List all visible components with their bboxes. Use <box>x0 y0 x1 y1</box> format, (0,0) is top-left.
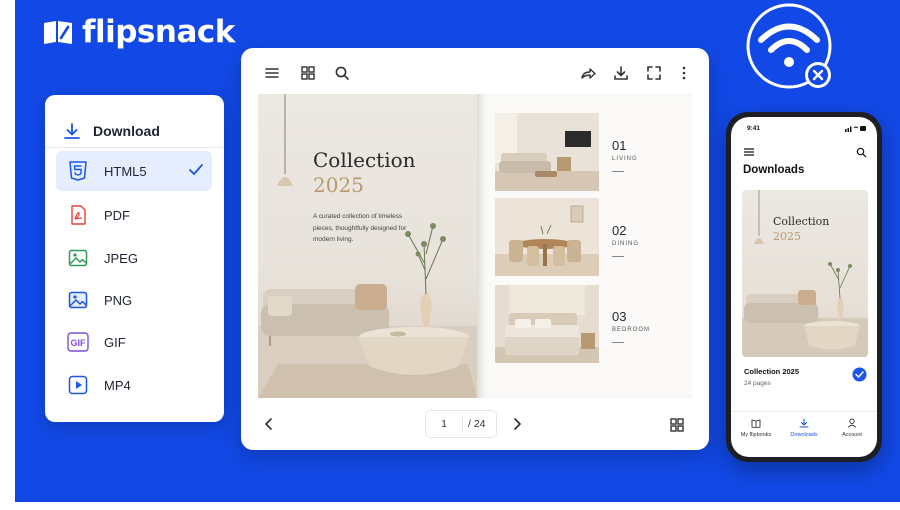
image-icon <box>67 247 89 269</box>
nav-label: Downloads <box>790 432 818 438</box>
gif-icon: GIF <box>67 331 89 353</box>
html5-icon <box>67 160 89 182</box>
user-icon <box>847 418 857 428</box>
next-page-icon[interactable] <box>509 416 525 432</box>
format-option-mp4[interactable]: MP4 <box>56 365 212 405</box>
format-option-gif[interactable]: GIF GIF <box>56 322 212 362</box>
nav-label: Account <box>842 432 862 438</box>
divider <box>612 171 624 172</box>
page-indicator[interactable]: 1 / 24 <box>425 410 497 438</box>
current-page-input[interactable]: 1 <box>426 418 462 430</box>
phone-mockup: 9:41 Downloads Collection 2025 Collectio… <box>726 112 882 462</box>
format-label: PNG <box>104 292 133 308</box>
status-time: 9:41 <box>747 125 761 132</box>
room-number: 03 <box>612 309 627 324</box>
flipbook-reader: Collection 2025 A curated collection of … <box>241 48 709 450</box>
logo-mark-icon <box>44 21 72 44</box>
room-photo-bedroom <box>495 285 599 363</box>
download-panel-title: Download <box>93 123 160 139</box>
phone-bottom-nav: My flipbooks Downloads Account <box>731 411 877 457</box>
format-label: PDF <box>104 207 130 223</box>
downloaded-book-cover[interactable]: Collection 2025 <box>742 190 868 357</box>
divider <box>612 342 624 343</box>
room-label: BEDROOM <box>612 327 651 333</box>
book-left-page: Collection 2025 A curated collection of … <box>258 94 477 398</box>
phone-screen: 9:41 Downloads Collection 2025 Collectio… <box>731 117 877 457</box>
offline-wifi-icon <box>746 3 832 89</box>
phone-book-title: Collection <box>773 215 830 228</box>
book-icon <box>751 419 761 428</box>
pdf-icon <box>67 204 89 226</box>
menu-icon[interactable] <box>263 64 281 82</box>
book-right-page: 01 LIVING 02 DINING 03 BEDROOM <box>477 94 692 398</box>
downloaded-check-icon <box>852 367 867 382</box>
fullscreen-icon[interactable] <box>645 64 663 82</box>
book-title: Collection <box>313 148 416 172</box>
total-pages: / 24 <box>468 418 486 430</box>
book-year: 2025 <box>313 173 364 197</box>
format-label: HTML5 <box>104 163 147 179</box>
format-option-png[interactable]: PNG <box>56 280 212 320</box>
download-panel: Download HTML5 PDF JPEG PNG GIF GIF MP4 <box>45 95 224 422</box>
book-description: A curated collection of timeless pieces,… <box>313 213 407 244</box>
download-icon[interactable] <box>612 64 630 82</box>
download-panel-header: Download <box>45 95 224 147</box>
grid-icon[interactable] <box>299 64 317 82</box>
menu-icon[interactable] <box>743 147 755 157</box>
room-photo-dining <box>495 198 599 276</box>
room-number: 02 <box>612 223 627 238</box>
phone-page-title: Downloads <box>743 164 805 176</box>
svg-text:GIF: GIF <box>71 338 87 348</box>
book-spread[interactable]: Collection 2025 A curated collection of … <box>258 94 692 398</box>
download-icon <box>799 418 809 428</box>
more-icon[interactable] <box>675 64 693 82</box>
format-option-html5[interactable]: HTML5 <box>56 151 212 191</box>
downloaded-item-pages: 24 pages <box>744 380 771 387</box>
phone-book-year: 2025 <box>773 230 801 243</box>
thumbnails-icon[interactable] <box>668 416 686 434</box>
format-label: GIF <box>104 334 126 350</box>
room-label: LIVING <box>612 156 638 162</box>
search-icon[interactable] <box>333 64 351 82</box>
download-icon <box>64 123 80 139</box>
search-icon[interactable] <box>856 147 867 158</box>
room-label: DINING <box>612 241 639 247</box>
image-icon <box>67 289 89 311</box>
nav-downloads[interactable]: Downloads <box>779 418 829 438</box>
downloaded-item-name: Collection 2025 <box>744 367 800 376</box>
divider <box>612 256 624 257</box>
check-icon <box>189 164 203 175</box>
nav-account[interactable]: Account <box>827 418 877 438</box>
format-label: JPEG <box>104 250 138 266</box>
format-option-jpeg[interactable]: JPEG <box>56 238 212 278</box>
room-number: 01 <box>612 138 627 153</box>
flipsnack-logo[interactable]: flipsnack <box>42 14 235 50</box>
divider <box>45 147 224 148</box>
status-icons <box>845 126 866 132</box>
brand-name: flipsnack <box>82 14 235 50</box>
living-room-illustration <box>258 94 477 398</box>
share-icon[interactable] <box>579 64 597 82</box>
format-option-pdf[interactable]: PDF <box>56 195 212 235</box>
nav-label: My flipbooks <box>740 432 772 438</box>
prev-page-icon[interactable] <box>261 416 277 432</box>
hero-background: flipsnack Download HTML5 PDF JPEG PNG GI… <box>15 0 900 502</box>
format-label: MP4 <box>104 377 131 393</box>
video-icon <box>67 374 89 396</box>
room-photo-living <box>495 113 599 191</box>
nav-my-flipbooks[interactable]: My flipbooks <box>731 418 781 438</box>
